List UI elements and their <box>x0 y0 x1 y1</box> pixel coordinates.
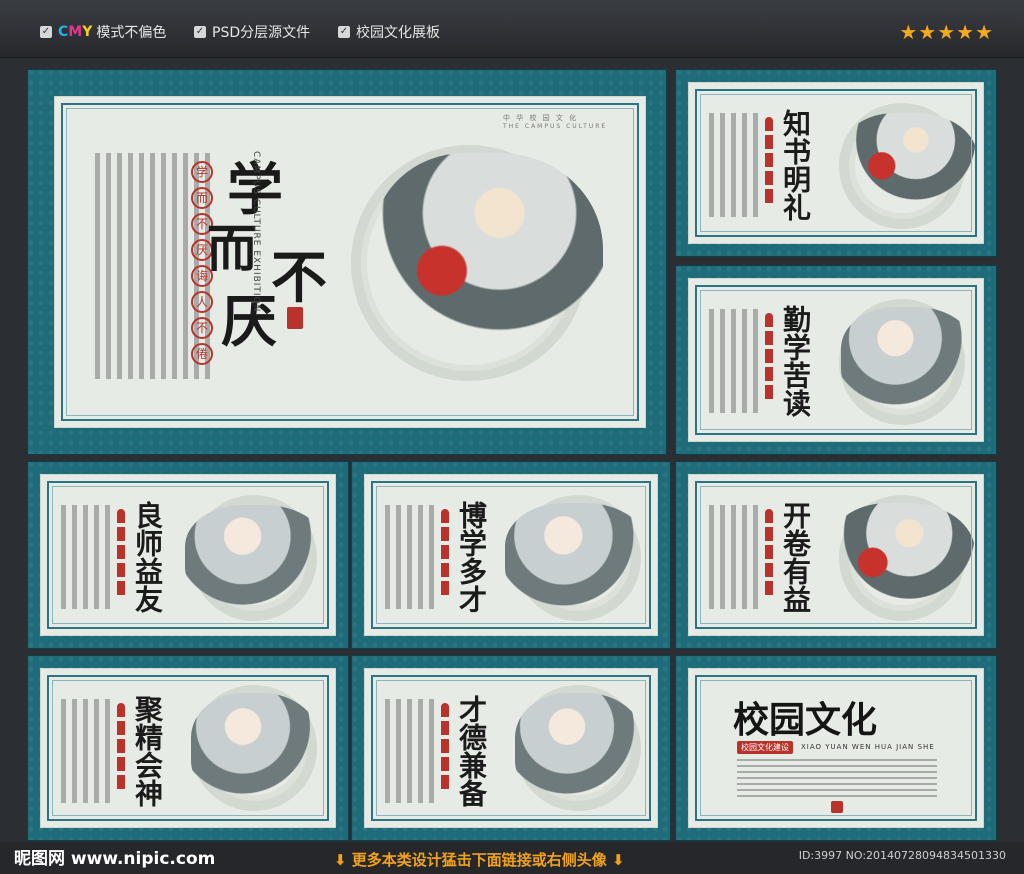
figures-illustration <box>829 503 975 611</box>
figures-illustration <box>505 503 651 611</box>
panel-title: 博学多才 <box>455 501 488 613</box>
panel-board: 知书明礼 <box>688 82 984 244</box>
panel-board: 良师益友 <box>40 474 336 636</box>
header-chinese: 中 华 校 园 文 化 <box>503 114 579 122</box>
rating-stars: ★★★★★ <box>899 20 994 44</box>
checkbox-icon: ✓ <box>40 26 52 38</box>
panel-board: 校园文化 校园文化建设 XIAO YUAN WEN HUA JIAN SHE <box>688 668 984 828</box>
panel-board: 聚精会神 <box>40 668 336 828</box>
panel-kaijuan-youyi: 开卷有益 <box>676 462 996 648</box>
panel-zhishu-mingli: 知书明礼 <box>676 70 996 256</box>
feature-psd: ✓ PSD分层源文件 <box>194 22 310 42</box>
pill-char: 而 <box>191 187 213 209</box>
cmy-c-letter: C <box>58 24 69 40</box>
panel-title: 聚精会神 <box>131 695 164 807</box>
site-logo[interactable]: 昵图网 www.nipic.com <box>14 844 215 869</box>
panel-caide-jianbei: 才德兼备 <box>352 656 670 840</box>
more-designs-link[interactable]: ⬇ 更多本类设计猛击下面链接或右侧头像 ⬇ <box>334 849 625 870</box>
body-text-columns <box>709 113 761 217</box>
scholar-child-illustration <box>373 153 603 367</box>
panel-title: 才德兼备 <box>455 695 488 807</box>
panel-title: 知书明礼 <box>779 109 812 221</box>
main-panel-board: 学 而 不 厌 诲 人 不 倦 学 而 不 厌 CAMPUS CULTURE E… <box>54 96 646 428</box>
panel-board: 博学多才 <box>364 474 658 636</box>
feature-label: 校园文化展板 <box>356 25 440 41</box>
seal-column <box>117 703 125 793</box>
cmy-y-letter: Y <box>82 24 93 40</box>
top-bar: ✓ C M Y 模式不偏色 ✓ PSD分层源文件 ✓ 校园文化展板 ★★★★★ <box>0 0 1024 58</box>
checkbox-icon: ✓ <box>338 26 350 38</box>
panel-board: 勤学苦读 <box>688 278 984 442</box>
seal-column <box>765 509 773 599</box>
body-text-columns <box>385 505 437 609</box>
pill-char: 倦 <box>191 343 213 365</box>
figures-illustration <box>191 693 321 805</box>
campus-pinyin: XIAO YUAN WEN HUA JIAN SHE <box>801 743 935 751</box>
image-id: ID:3997 NO:20140728094834501330 <box>798 849 1006 862</box>
figures-illustration <box>515 693 645 805</box>
figures-illustration <box>841 113 977 209</box>
cta-label: 更多本类设计猛击下面链接或右侧头像 <box>351 851 607 869</box>
pill-char: 学 <box>191 161 213 183</box>
feature-board: ✓ 校园文化展板 <box>338 22 440 42</box>
checkbox-icon: ✓ <box>194 26 206 38</box>
seal-column <box>765 313 773 403</box>
title-char: 而 <box>207 219 257 278</box>
figures-illustration <box>185 505 329 609</box>
panel-board: 开卷有益 <box>688 474 984 636</box>
panel-liangshi-yiyou: 良师益友 <box>28 462 348 648</box>
header-english: THE CAMPUS CULTURE <box>503 123 608 130</box>
campus-banner: 校园文化建设 <box>737 741 793 754</box>
panel-title: 勤学苦读 <box>779 305 812 417</box>
panel-campus-culture: 校园文化 校园文化建设 XIAO YUAN WEN HUA JIAN SHE <box>676 656 996 840</box>
seal-column <box>441 703 449 793</box>
panel-title: 开卷有益 <box>779 501 812 613</box>
seal-column <box>117 509 125 599</box>
feature-cmyk: ✓ C M Y 模式不偏色 <box>40 22 166 42</box>
arrow-down-icon: ⬇ <box>606 851 625 869</box>
seal-column <box>765 117 773 207</box>
main-panel: 学 而 不 厌 诲 人 不 倦 学 而 不 厌 CAMPUS CULTURE E… <box>28 70 666 454</box>
seal-column <box>441 509 449 599</box>
feature-label: PSD分层源文件 <box>212 25 311 41</box>
title-char: 厌 <box>221 289 277 355</box>
arrow-down-icon: ⬇ <box>334 851 352 869</box>
feature-label: 模式不偏色 <box>96 25 167 41</box>
body-text-columns <box>385 699 437 803</box>
pill-char: 不 <box>191 317 213 339</box>
body-text-columns <box>709 505 761 609</box>
figures-illustration <box>841 307 977 411</box>
panel-qinxue-kudu: 勤学苦读 <box>676 266 996 454</box>
panel-title: 良师益友 <box>131 501 164 613</box>
seal-stamp <box>287 307 303 329</box>
cmy-m-letter: M <box>68 24 83 40</box>
body-text-lines <box>737 757 937 797</box>
body-text-columns <box>61 699 113 803</box>
panel-boxue-duocai: 博学多才 <box>352 462 670 648</box>
campus-title: 校园文化 <box>733 699 878 741</box>
pill-char: 人 <box>191 291 213 313</box>
body-text-columns <box>61 505 113 609</box>
side-english: CAMPUS CULTURE EXHIBITION <box>251 151 261 313</box>
title-char: 不 <box>271 245 327 311</box>
panel-board: 才德兼备 <box>364 668 658 828</box>
seal-stamp <box>831 801 843 813</box>
body-text-columns <box>709 309 761 413</box>
panel-jujing-huishen: 聚精会神 <box>28 656 348 840</box>
